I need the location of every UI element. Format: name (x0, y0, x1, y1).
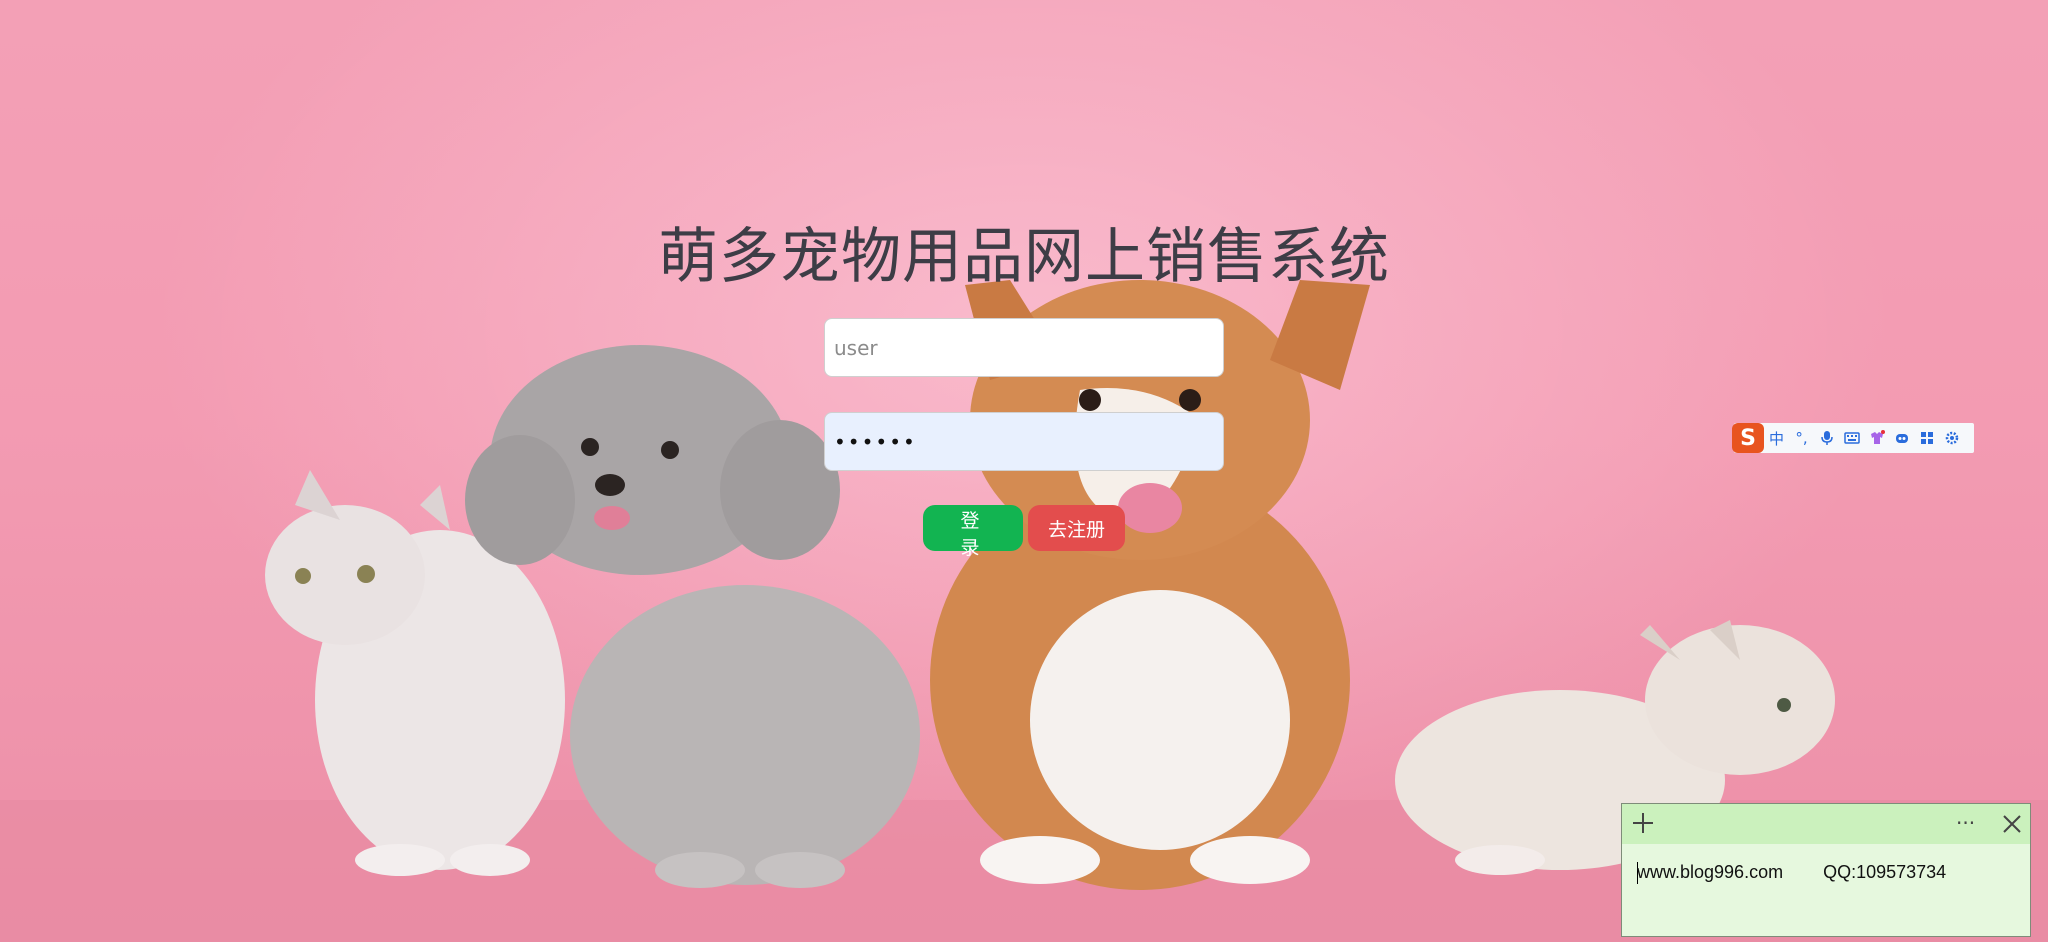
sticky-note-window: ··· www.blog996.com QQ:109573734 (1621, 803, 2031, 937)
add-note-icon[interactable] (1630, 810, 1656, 836)
chinese-mode-icon[interactable]: 中 (1764, 423, 1789, 453)
emoji-robot-icon[interactable] (1889, 423, 1914, 453)
microphone-icon[interactable] (1814, 423, 1839, 453)
apps-grid-icon[interactable] (1914, 423, 1939, 453)
settings-gear-icon[interactable] (1939, 423, 1964, 453)
pets-background-image (0, 280, 2048, 942)
username-input[interactable] (824, 318, 1224, 377)
keyboard-icon[interactable] (1839, 423, 1864, 453)
password-input[interactable] (824, 412, 1224, 471)
login-page: 萌多宠物用品网上销售系统 登 录 去注册 S 中 °, (0, 0, 2048, 942)
ime-toolbar: S 中 °, (1732, 423, 1974, 453)
more-options-icon[interactable]: ··· (1956, 811, 1975, 835)
page-title: 萌多宠物用品网上销售系统 (658, 222, 1390, 292)
login-button[interactable]: 登 录 (923, 505, 1023, 559)
punctuation-icon[interactable]: °, (1789, 423, 1814, 453)
sticky-note-header: ··· (1622, 804, 2030, 844)
close-icon[interactable] (2001, 813, 2023, 835)
sogou-logo-icon[interactable]: S (1732, 423, 1764, 453)
register-button[interactable]: 去注册 (1028, 505, 1125, 551)
skin-icon[interactable] (1864, 423, 1889, 453)
sticky-note-text[interactable]: www.blog996.com QQ:109573734 (1637, 862, 1946, 883)
